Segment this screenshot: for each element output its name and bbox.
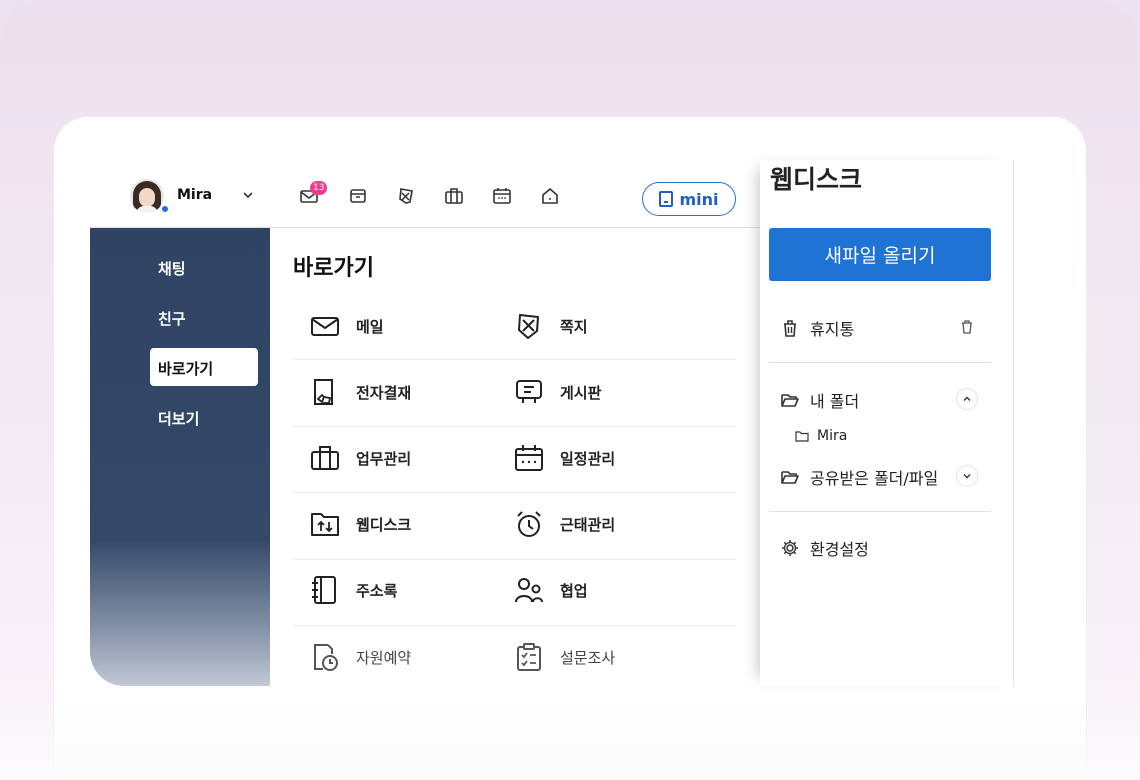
shortcut-label: 쪽지 <box>560 317 588 336</box>
briefcase-icon <box>311 446 339 470</box>
sidebar: 채팅 친구 바로가기 더보기 <box>90 228 270 686</box>
shortcut-mail[interactable]: 메일 <box>310 306 384 346</box>
briefcase-icon[interactable] <box>443 185 465 207</box>
sidebar-item-more[interactable]: 더보기 <box>150 398 258 436</box>
divider <box>769 362 991 363</box>
sidebar-item-label: 친구 <box>158 310 186 328</box>
mail-icon <box>311 317 339 336</box>
alarm-icon <box>517 511 541 537</box>
divider <box>769 511 991 512</box>
webdisk-panel: 웹디스크 새파일 올리기 휴지통 내 폴더 Mira 공유받은 폴더/파일 환경… <box>760 160 1014 686</box>
chevron-down-icon <box>963 474 971 479</box>
note-icon[interactable] <box>395 185 417 207</box>
shortcut-reservation[interactable]: 자원예약 <box>310 637 411 677</box>
shortcuts-panel: 바로가기 메일 쪽지 전자결재 게시판 업무관리 일정관리 웹디스크 근태관리 … <box>270 228 760 686</box>
my-folder-label: 내 폴더 <box>810 392 860 411</box>
mini-label: mini <box>679 189 719 209</box>
shortcut-webdisk[interactable]: 웹디스크 <box>310 504 411 544</box>
reservation-icon <box>314 644 338 671</box>
my-folder-item[interactable]: 내 폴더 <box>780 388 859 412</box>
shortcut-collaboration[interactable]: 협업 <box>514 570 588 610</box>
shortcut-label: 주소록 <box>356 581 398 600</box>
approval-icon <box>314 379 333 405</box>
shortcut-label: 업무관리 <box>356 449 412 468</box>
trash-item[interactable]: 휴지통 <box>780 316 854 340</box>
chevron-down-icon[interactable] <box>241 188 255 202</box>
online-status-indicator <box>160 204 170 214</box>
chevron-up-icon <box>963 396 971 401</box>
settings-item[interactable]: 환경설정 <box>780 536 869 560</box>
calendar-icon <box>515 445 543 471</box>
gear-icon <box>782 540 798 556</box>
people-icon <box>515 578 543 603</box>
folder-icon <box>795 431 809 442</box>
messenger-window: Mira 13 mini 채팅 친구 바로가기 더보기 바로가기 메일 쪽지 전… <box>90 160 760 686</box>
folder-open-icon <box>781 471 799 484</box>
settings-label: 환경설정 <box>810 540 869 559</box>
survey-icon <box>517 643 541 671</box>
shortcut-label: 전자결재 <box>356 383 412 402</box>
row-divider <box>293 492 736 493</box>
row-divider <box>293 625 736 626</box>
mini-mode-button[interactable]: mini <box>642 182 736 216</box>
empty-trash-icon[interactable] <box>959 319 975 335</box>
shortcut-note[interactable]: 쪽지 <box>514 306 588 346</box>
row-divider <box>293 559 736 560</box>
sidebar-item-chat[interactable]: 채팅 <box>150 248 258 286</box>
addressbook-icon <box>312 576 336 604</box>
shortcut-address-book[interactable]: 주소록 <box>310 570 397 610</box>
sidebar-item-friends[interactable]: 친구 <box>150 298 258 336</box>
shortcut-task[interactable]: 업무관리 <box>310 438 411 478</box>
sidebar-item-label: 더보기 <box>158 410 200 428</box>
shortcut-board[interactable]: 게시판 <box>514 372 601 412</box>
shared-folder-item[interactable]: 공유받은 폴더/파일 <box>780 465 960 489</box>
mini-icon <box>659 191 674 207</box>
trash-label: 휴지통 <box>810 320 855 339</box>
shortcut-label: 협업 <box>560 581 588 600</box>
row-divider <box>293 359 736 360</box>
home-icon[interactable] <box>539 185 561 207</box>
upload-button[interactable]: 새파일 올리기 <box>769 228 991 281</box>
shortcut-label: 자원예약 <box>356 648 412 667</box>
webdisk-title: 웹디스크 <box>770 165 863 194</box>
shortcut-survey[interactable]: 설문조사 <box>514 637 615 677</box>
note-icon <box>518 314 539 339</box>
calendar-icon[interactable] <box>491 185 513 207</box>
trash-icon <box>784 320 796 337</box>
shortcut-label: 게시판 <box>560 383 602 402</box>
archive-icon[interactable] <box>347 185 369 207</box>
shortcut-approval[interactable]: 전자결재 <box>310 372 411 412</box>
shortcut-schedule[interactable]: 일정관리 <box>514 438 615 478</box>
shortcut-attendance[interactable]: 근태관리 <box>514 504 615 544</box>
shortcut-label: 일정관리 <box>560 449 616 468</box>
avatar[interactable] <box>130 179 164 213</box>
webdisk-icon <box>311 513 339 536</box>
board-icon <box>516 380 542 403</box>
row-divider <box>293 426 736 427</box>
mail-badge: 13 <box>310 181 328 195</box>
user-name[interactable]: Mira <box>177 187 212 203</box>
sub-folder-item[interactable]: Mira <box>795 428 847 444</box>
shortcut-label: 근태관리 <box>560 515 616 534</box>
expand-button[interactable] <box>956 465 978 487</box>
shared-folder-label: 공유받은 폴더/파일 <box>810 469 939 488</box>
sub-folder-label: Mira <box>817 428 848 444</box>
shortcut-label: 웹디스크 <box>356 515 412 534</box>
sidebar-item-label: 바로가기 <box>158 360 214 378</box>
sidebar-item-label: 채팅 <box>158 260 186 278</box>
collapse-button[interactable] <box>956 388 978 410</box>
folder-open-icon <box>781 394 799 407</box>
top-bar: Mira 13 mini <box>90 160 760 228</box>
shortcut-label: 메일 <box>356 317 384 336</box>
page-title: 바로가기 <box>293 256 374 281</box>
sidebar-item-shortcuts[interactable]: 바로가기 <box>150 348 258 386</box>
shortcut-label: 설문조사 <box>560 648 616 667</box>
